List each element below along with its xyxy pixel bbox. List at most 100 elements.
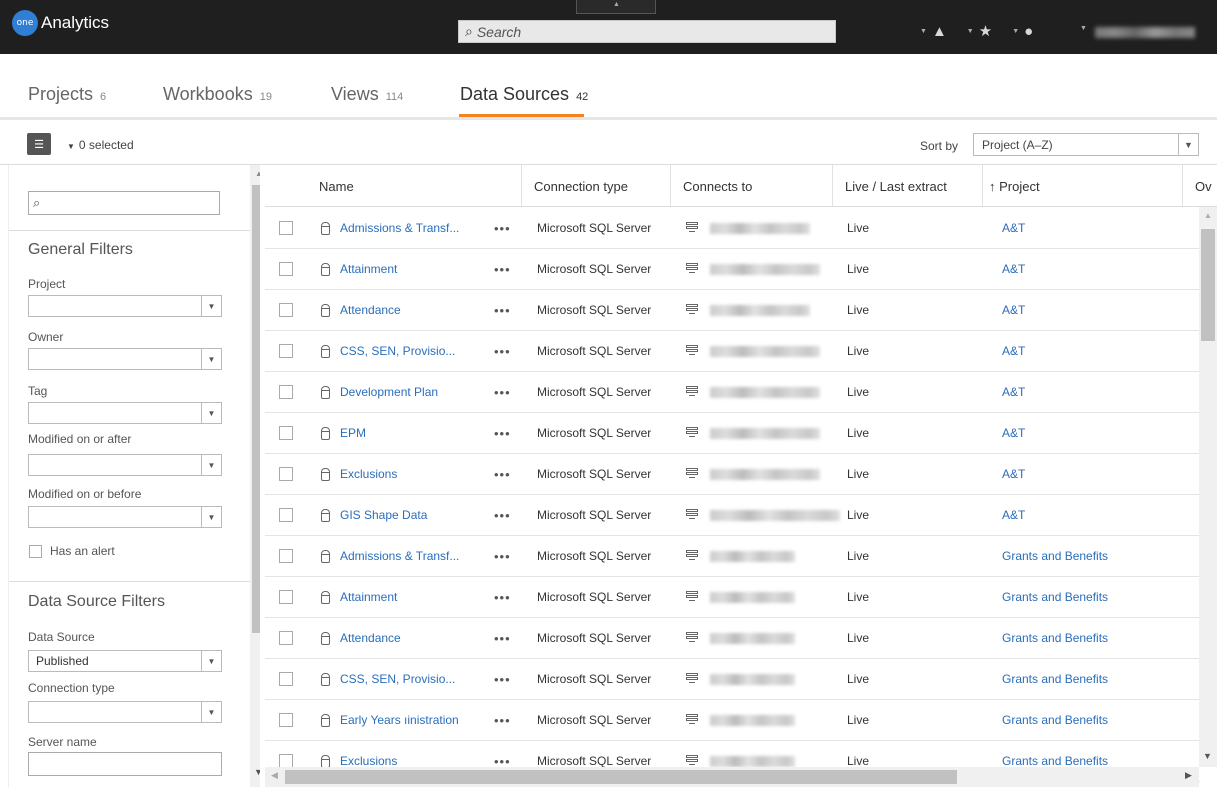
more-actions-icon[interactable]: ••• (494, 249, 511, 289)
more-actions-icon[interactable]: ••• (494, 413, 511, 453)
has-alert-checkbox[interactable]: Has an alert (29, 544, 115, 558)
project-link[interactable]: A&T (1002, 372, 1025, 412)
more-actions-icon[interactable]: ••• (494, 372, 511, 412)
owner-select[interactable]: ▼ (28, 348, 222, 370)
scroll-left-icon[interactable]: ◀ (271, 770, 278, 781)
global-search[interactable]: ⌕ (458, 20, 836, 43)
row-checkbox[interactable] (279, 754, 293, 768)
data-source-link[interactable]: Attainment (340, 590, 397, 604)
more-actions-icon[interactable]: ••• (494, 454, 511, 494)
table-row[interactable]: Exclusions ••• Microsoft SQL Server Live A&T (265, 454, 1200, 495)
tab-data-sources[interactable]: Data Sources 42 (460, 84, 588, 105)
data-source-select[interactable]: Published ▼ (28, 650, 222, 672)
table-row[interactable]: CSS, SEN, Provisio... ••• Microsoft SQL Se… (265, 331, 1200, 372)
row-checkbox[interactable] (279, 303, 293, 317)
filter-search[interactable]: ⌕ (28, 191, 220, 215)
table-row[interactable]: Attendance ••• Microsoft SQL Server Live A&T (265, 290, 1200, 331)
project-link[interactable]: Grants and Benefits (1002, 700, 1108, 740)
favorites-menu[interactable]: ▼ ★ (967, 22, 992, 40)
table-row[interactable]: CSS, SEN, Provisio... ••• Microsoft SQL Se… (265, 659, 1200, 700)
data-source-link[interactable]: Admissions & Transf... (340, 549, 459, 563)
table-vertical-scrollbar[interactable]: ▲ ▼ (1199, 207, 1217, 767)
data-source-link[interactable]: GIS Shape Data (340, 508, 427, 522)
project-link[interactable]: Grants and Benefits (1002, 536, 1108, 576)
scroll-up-icon[interactable]: ▲ (1204, 211, 1212, 220)
table-horizontal-scrollbar[interactable]: ◀ ▶ (265, 767, 1199, 787)
scroll-right-icon[interactable]: ▶ (1185, 770, 1192, 781)
user-name-blurred[interactable] (1095, 27, 1195, 38)
more-actions-icon[interactable]: ••• (494, 331, 511, 371)
column-name[interactable]: Name (307, 165, 522, 207)
row-checkbox[interactable] (279, 713, 293, 727)
column-live-last-extract[interactable]: Live / Last extract (833, 165, 983, 207)
more-actions-icon[interactable]: ••• (494, 700, 511, 740)
scrollbar-thumb[interactable] (285, 770, 957, 784)
more-actions-icon[interactable]: ••• (494, 618, 511, 658)
table-row[interactable]: Attainment ••• Microsoft SQL Server Live Gra… (265, 577, 1200, 618)
info-menu[interactable]: ▼ ● (1012, 23, 1033, 40)
project-link[interactable]: A&T (1002, 290, 1025, 330)
row-checkbox[interactable] (279, 221, 293, 235)
tab-workbooks[interactable]: Workbooks 19 (163, 84, 272, 105)
project-link[interactable]: A&T (1002, 208, 1025, 248)
data-source-link[interactable]: CSS, SEN, Provisio... (340, 344, 455, 358)
more-actions-icon[interactable]: ••• (494, 536, 511, 576)
scroll-up-icon[interactable]: ▲ (255, 169, 260, 178)
project-link[interactable]: A&T (1002, 413, 1025, 453)
more-actions-icon[interactable]: ••• (494, 577, 511, 617)
column-connects-to[interactable]: Connects to (671, 165, 833, 207)
project-link[interactable]: A&T (1002, 331, 1025, 371)
row-checkbox[interactable] (279, 426, 293, 440)
scrollbar-thumb[interactable] (1201, 229, 1215, 341)
project-link[interactable]: Grants and Benefits (1002, 577, 1108, 617)
user-menu-caret-icon[interactable]: ▼ (1080, 25, 1087, 32)
column-owner[interactable]: Ov (1183, 165, 1217, 207)
table-row[interactable]: Attainment ••• Microsoft SQL Server Live A&T (265, 249, 1200, 290)
row-checkbox[interactable] (279, 590, 293, 604)
table-row[interactable]: Development Plan ••• Microsoft SQL Server L… (265, 372, 1200, 413)
project-select[interactable]: ▼ (28, 295, 222, 317)
table-row[interactable]: Admissions & Transf... ••• Microsoft SQL S… (265, 208, 1200, 249)
row-checkbox[interactable] (279, 549, 293, 563)
project-link[interactable]: A&T (1002, 495, 1025, 535)
project-link[interactable]: Grants and Benefits (1002, 659, 1108, 699)
project-link[interactable]: Grants and Benefits (1002, 618, 1108, 658)
selection-menu[interactable]: ▼ 0 selected (67, 138, 134, 152)
search-input[interactable] (476, 23, 777, 40)
tab-views[interactable]: Views 114 (331, 84, 403, 105)
row-checkbox[interactable] (279, 467, 293, 481)
row-checkbox[interactable] (279, 672, 293, 686)
sidebar-scrollbar[interactable]: ▲ ▼ (250, 165, 260, 787)
server-name-input[interactable] (28, 752, 222, 776)
table-row[interactable]: GIS Shape Data ••• Microsoft SQL Server Liv… (265, 495, 1200, 536)
app-logo[interactable]: one Analytics (12, 10, 109, 36)
data-source-link[interactable]: Attendance (340, 631, 401, 645)
filter-search-input[interactable] (44, 195, 205, 211)
more-actions-icon[interactable]: ••• (494, 290, 511, 330)
row-checkbox[interactable] (279, 631, 293, 645)
row-checkbox[interactable] (279, 262, 293, 276)
connection-type-select[interactable]: ▼ (28, 701, 222, 723)
data-source-link[interactable]: Attainment (340, 262, 397, 276)
more-actions-icon[interactable]: ••• (494, 208, 511, 248)
data-source-link[interactable]: Early Years ıinistration (340, 713, 459, 727)
data-source-link[interactable]: Attendance (340, 303, 401, 317)
alerts-menu[interactable]: ▼ ▲ (920, 23, 947, 40)
row-checkbox[interactable] (279, 344, 293, 358)
tag-select[interactable]: ▼ (28, 402, 222, 424)
modified-after-select[interactable]: ▼ (28, 454, 222, 476)
column-project[interactable]: ↑ Project (983, 165, 1183, 207)
more-actions-icon[interactable]: ••• (494, 659, 511, 699)
modified-before-select[interactable]: ▼ (28, 506, 222, 528)
checkbox-box[interactable] (29, 544, 42, 558)
data-source-link[interactable]: Admissions & Transf... (340, 221, 459, 235)
scroll-down-icon[interactable]: ▼ (1203, 751, 1212, 761)
row-checkbox[interactable] (279, 508, 293, 522)
project-link[interactable]: A&T (1002, 454, 1025, 494)
table-row[interactable]: Attendance ••• Microsoft SQL Server Live Gra… (265, 618, 1200, 659)
data-source-link[interactable]: Exclusions (340, 754, 397, 768)
scroll-down-icon[interactable]: ▼ (254, 767, 260, 777)
sort-select[interactable]: Project (A–Z) ▼ (973, 133, 1199, 156)
filter-toggle-button[interactable]: ☰ (27, 133, 51, 155)
data-source-link[interactable]: EPM (340, 426, 366, 440)
